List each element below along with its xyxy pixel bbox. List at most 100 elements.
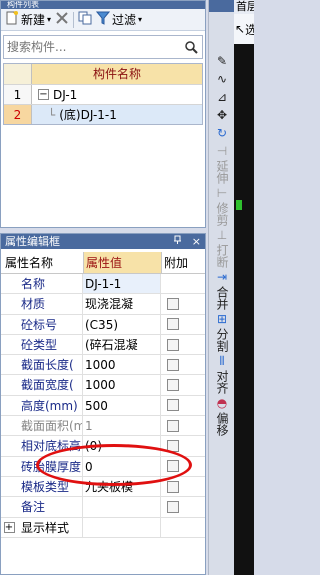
property-value[interactable]: 1000 <box>83 355 161 375</box>
merge-icon: ⇥ <box>216 270 228 284</box>
header-property-value: 属性值 <box>83 252 161 273</box>
select-label: 选择 <box>245 22 254 37</box>
property-row-group[interactable]: + 显示样式 <box>1 517 205 538</box>
align-tool[interactable]: ⫴ 对齐 <box>209 352 235 394</box>
lasso-tool[interactable]: ∿ <box>209 70 235 88</box>
list-panel-title: 构件列表 <box>1 1 205 9</box>
rotate-tool[interactable]: ↻ <box>209 124 235 142</box>
property-panel-title: 属性编辑框 <box>5 235 60 248</box>
split-tool[interactable]: ⊞ 分割 <box>209 310 235 352</box>
property-row: 备注 <box>1 497 205 518</box>
attach-checkbox[interactable] <box>167 338 179 351</box>
rotate-icon: ↻ <box>216 126 228 140</box>
offset-icon: ◓ <box>216 396 228 410</box>
property-value[interactable]: 现浇混凝 <box>83 294 161 314</box>
property-name: 相对底标高 <box>17 436 83 456</box>
attach-checkbox[interactable] <box>167 318 179 331</box>
property-row: 截面面积(m 1 <box>1 416 205 437</box>
property-name: 砼标号 <box>17 314 83 334</box>
canvas-marker <box>236 200 242 210</box>
property-row: 名称 DJ-1-1 <box>1 274 205 295</box>
property-value[interactable]: 500 <box>83 395 161 416</box>
property-row: 高度(mm) 500 <box>1 395 205 417</box>
attach-checkbox[interactable] <box>167 440 179 453</box>
offset-tool[interactable]: ◓ 偏移 <box>209 394 235 436</box>
collapse-icon[interactable]: − <box>38 89 49 100</box>
move-tool[interactable]: ✥ <box>209 106 235 124</box>
floor-tab[interactable]: 首层 <box>234 0 254 14</box>
row-number-header <box>4 64 32 84</box>
grid-row[interactable]: 1 − DJ-1 <box>4 84 202 104</box>
property-value[interactable] <box>83 497 161 517</box>
property-row: 相对底标高 (0) <box>1 436 205 457</box>
grid-row-selected[interactable]: 2 └ (底)DJ-1-1 <box>4 104 202 124</box>
chevron-down-icon: ▾ <box>138 15 143 24</box>
canvas-edge: 首层 ↖ 选择 <box>234 0 254 575</box>
filter-button[interactable]: 过滤 ▾ <box>95 11 143 28</box>
pin-icon[interactable] <box>173 235 186 248</box>
select-button[interactable]: ↖ 选择 <box>234 14 254 44</box>
search-input[interactable] <box>4 40 180 54</box>
row-number: 1 <box>4 85 32 104</box>
mirror-icon: ⊿ <box>216 90 228 104</box>
attach-checkbox[interactable] <box>167 297 179 310</box>
break-icon: ⊥ <box>216 228 228 242</box>
break-label: 打断 <box>215 244 229 268</box>
property-value[interactable]: 0 <box>83 456 161 476</box>
attach-checkbox[interactable] <box>167 399 179 412</box>
delete-icon <box>55 11 69 28</box>
offset-label: 偏移 <box>215 412 229 436</box>
property-value[interactable]: (碎石混凝 <box>83 334 161 355</box>
extend-icon: ⊣ <box>216 144 228 158</box>
new-button-label: 新建 <box>21 13 46 27</box>
component-list-panel: 构件列表 新建 ▾ 过滤 ▾ 搜索构件... 构件名称 1 − DJ-1 2 └… <box>0 0 206 228</box>
right-toolbar: ✎ ∿ ⊿ ✥ ↻ ⊣ 延伸 ⊢ 修剪 ⊥ 打断 ⇥ 合并 ⊞ 分割 ⫴ 对齐 ◓ 偏移 <box>208 0 234 575</box>
tree-line-icon: └ <box>48 107 56 122</box>
property-group-name: 显示样式 <box>17 517 83 537</box>
property-name: 砖胎膜厚度 <box>17 456 83 476</box>
attach-checkbox[interactable] <box>167 460 179 473</box>
attach-checkbox[interactable] <box>167 379 179 392</box>
property-name: 砼类型 <box>17 334 83 355</box>
property-value[interactable]: 1000 <box>83 375 161 395</box>
property-panel: 属性编辑框 × 属性名称 属性值 附加 名称 DJ-1-1 材质 现浇混凝 砼标… <box>0 233 206 575</box>
new-button[interactable]: 新建 ▾ <box>5 11 51 28</box>
attach-checkbox[interactable] <box>167 419 179 432</box>
copy-button[interactable] <box>78 11 92 28</box>
new-icon <box>5 11 19 28</box>
property-value[interactable]: (C35) <box>83 314 161 334</box>
property-name: 模板类型 <box>17 476 83 497</box>
property-value[interactable]: 九夹板模 <box>83 476 161 497</box>
trim-tool[interactable]: ⊢ 修剪 <box>209 184 235 226</box>
property-name: 高度(mm) <box>17 395 83 416</box>
extend-tool[interactable]: ⊣ 延伸 <box>209 142 235 184</box>
filter-icon <box>95 11 111 28</box>
expand-icon[interactable]: + <box>3 521 15 533</box>
property-value[interactable]: DJ-1-1 <box>83 274 161 294</box>
select-arrow-icon: ↖ <box>235 22 246 36</box>
list-toolbar: 新建 ▾ 过滤 ▾ <box>1 9 205 31</box>
property-value <box>83 517 161 537</box>
trim-label: 修剪 <box>215 202 229 226</box>
merge-tool[interactable]: ⇥ 合并 <box>209 268 235 310</box>
pen-tool[interactable]: ✎ <box>209 52 235 70</box>
property-row: 砼类型 (碎石混凝 <box>1 334 205 356</box>
attach-checkbox[interactable] <box>167 358 179 371</box>
delete-button[interactable] <box>55 11 69 28</box>
property-row: 砼标号 (C35) <box>1 314 205 335</box>
property-value[interactable]: (0) <box>83 436 161 456</box>
close-icon[interactable]: × <box>192 235 201 248</box>
property-name: 截面面积(m <box>17 416 83 436</box>
attach-checkbox[interactable] <box>167 480 179 493</box>
filter-button-label: 过滤 <box>112 13 137 27</box>
attach-checkbox[interactable] <box>167 500 179 513</box>
search-box <box>3 35 203 59</box>
break-tool[interactable]: ⊥ 打断 <box>209 226 235 268</box>
split-label: 分割 <box>215 328 229 352</box>
property-name: 名称 <box>17 274 83 294</box>
app-root: 构件列表 新建 ▾ 过滤 ▾ 搜索构件... 构件名称 1 − DJ-1 2 └… <box>0 0 254 575</box>
panel-controls: × <box>173 234 201 249</box>
search-icon[interactable] <box>180 37 202 57</box>
mirror-tool[interactable]: ⊿ <box>209 88 235 106</box>
pen-icon: ✎ <box>216 54 228 68</box>
